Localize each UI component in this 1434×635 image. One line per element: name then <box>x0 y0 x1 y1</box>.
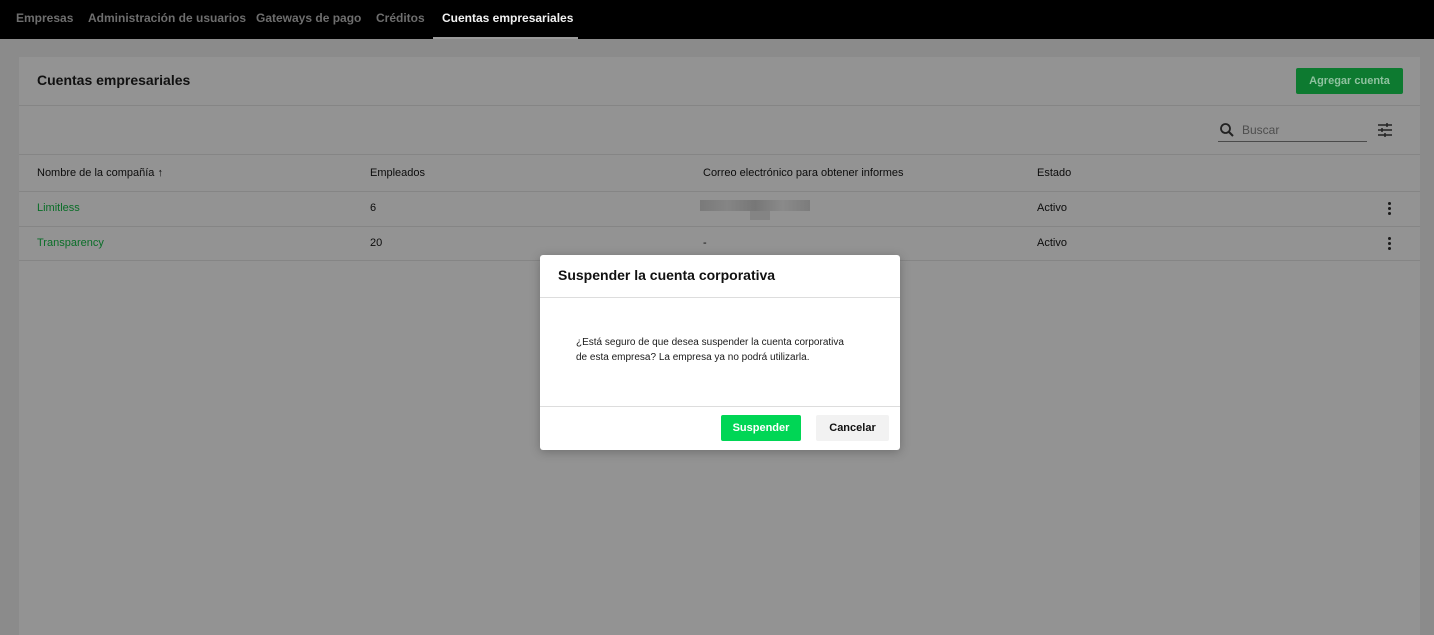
dialog-title: Suspender la cuenta corporativa <box>558 267 776 283</box>
tab-empresas[interactable]: Empresas <box>16 0 73 39</box>
divider <box>19 226 1420 227</box>
employees-cell: 20 <box>370 237 383 249</box>
redacted-email <box>700 200 810 211</box>
status-cell: Activo <box>1037 202 1067 214</box>
dialog-divider <box>540 406 900 407</box>
dialog-divider <box>540 297 900 298</box>
add-account-button[interactable]: Agregar cuenta <box>1296 68 1403 94</box>
column-header-status[interactable]: Estado <box>1037 167 1071 179</box>
suspend-dialog: Suspender la cuenta corporativa ¿Está se… <box>540 255 900 450</box>
tune-icon[interactable] <box>1377 122 1393 138</box>
search-input[interactable] <box>1242 122 1362 138</box>
search-icon <box>1220 123 1234 137</box>
dialog-message-line: de esta empresa? La empresa ya no podrá … <box>576 352 810 363</box>
page-title: Cuentas empresariales <box>37 72 191 88</box>
more-options-icon[interactable] <box>1387 237 1393 253</box>
company-link[interactable]: Transparency <box>37 237 104 249</box>
tab-creditos[interactable]: Créditos <box>376 0 425 39</box>
tab-administracion-usuarios[interactable]: Administración de usuarios <box>88 0 246 39</box>
divider <box>19 191 1420 192</box>
column-header-employees[interactable]: Empleados <box>370 167 425 179</box>
status-cell: Activo <box>1037 237 1067 249</box>
column-header-label: Nombre de la compañía <box>37 167 155 179</box>
dialog-message-line: ¿Está seguro de que desea suspender la c… <box>576 337 844 348</box>
suspend-button[interactable]: Suspender <box>721 415 801 441</box>
dialog-message: ¿Está seguro de que desea suspender la c… <box>576 335 876 365</box>
cancel-button[interactable]: Cancelar <box>816 415 889 441</box>
sort-arrow-icon: ↑ <box>157 167 163 179</box>
column-header-email[interactable]: Correo electrónico para obtener informes <box>703 167 904 179</box>
redacted-email <box>750 211 770 220</box>
employees-cell: 6 <box>370 202 377 214</box>
search-field[interactable] <box>1218 120 1367 142</box>
email-cell: - <box>703 237 707 249</box>
divider <box>19 105 1420 106</box>
company-link[interactable]: Limitless <box>37 202 80 214</box>
more-options-icon[interactable] <box>1387 202 1393 218</box>
column-header-company[interactable]: Nombre de la compañía ↑ <box>37 167 163 179</box>
tab-gateways-pago[interactable]: Gateways de pago <box>256 0 361 39</box>
divider <box>19 154 1420 155</box>
tab-cuentas-empresariales[interactable]: Cuentas empresariales <box>442 0 573 39</box>
top-navigation: Empresas Administración de usuarios Gate… <box>0 0 1434 39</box>
